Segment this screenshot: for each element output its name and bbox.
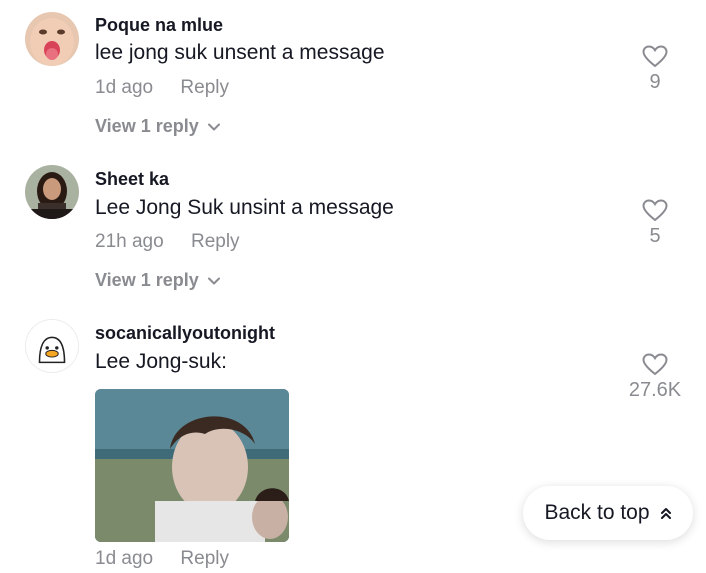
comment-meta: 1d ago Reply [95,77,229,99]
reply-button[interactable]: Reply [180,548,229,569]
view-replies-button[interactable]: View 1 reply [95,116,220,137]
comment-text: Lee Jong Suk unsint a message [95,196,394,219]
comment-meta: 21h ago Reply [95,231,240,253]
comment-gif-image[interactable] [95,389,289,542]
view-replies-label: View 1 reply [95,116,199,136]
like-count: 9 [649,71,661,93]
heart-outline-icon [642,199,668,222]
comment-text: lee jong suk unsent a message [95,41,385,64]
like-count: 5 [649,225,661,247]
comment-time: 1d ago [95,77,154,98]
reply-button[interactable]: Reply [191,231,240,252]
comment-time: 1d ago [95,548,154,569]
comment-username[interactable]: Sheet ka [95,169,169,190]
comment-text: Lee Jong-suk: [95,350,227,373]
chevron-down-icon [207,123,220,130]
view-replies-label: View 1 reply [95,270,199,290]
comment-username[interactable]: socanicallyoutonight [95,323,275,344]
comment-time: 21h ago [95,231,164,252]
avatar[interactable] [25,12,79,66]
view-replies-button[interactable]: View 1 reply [95,270,220,291]
like-button[interactable]: 27.6K [625,353,685,402]
heart-outline-icon [642,45,668,68]
back-to-top-label: Back to top [544,501,650,524]
heart-outline-icon [642,353,668,376]
avatar[interactable] [25,165,79,219]
like-button[interactable]: 9 [625,45,685,94]
double-chevron-up-icon [660,508,671,519]
reply-button[interactable]: Reply [180,77,229,98]
avatar[interactable] [25,319,79,373]
like-button[interactable]: 5 [625,199,685,248]
like-count: 27.6K [628,379,682,401]
chevron-down-icon [207,277,220,284]
comment-meta: 1d ago Reply [95,548,229,570]
back-to-top-button[interactable]: Back to top [523,486,693,540]
comment-username[interactable]: Poque na mlue [95,15,223,36]
